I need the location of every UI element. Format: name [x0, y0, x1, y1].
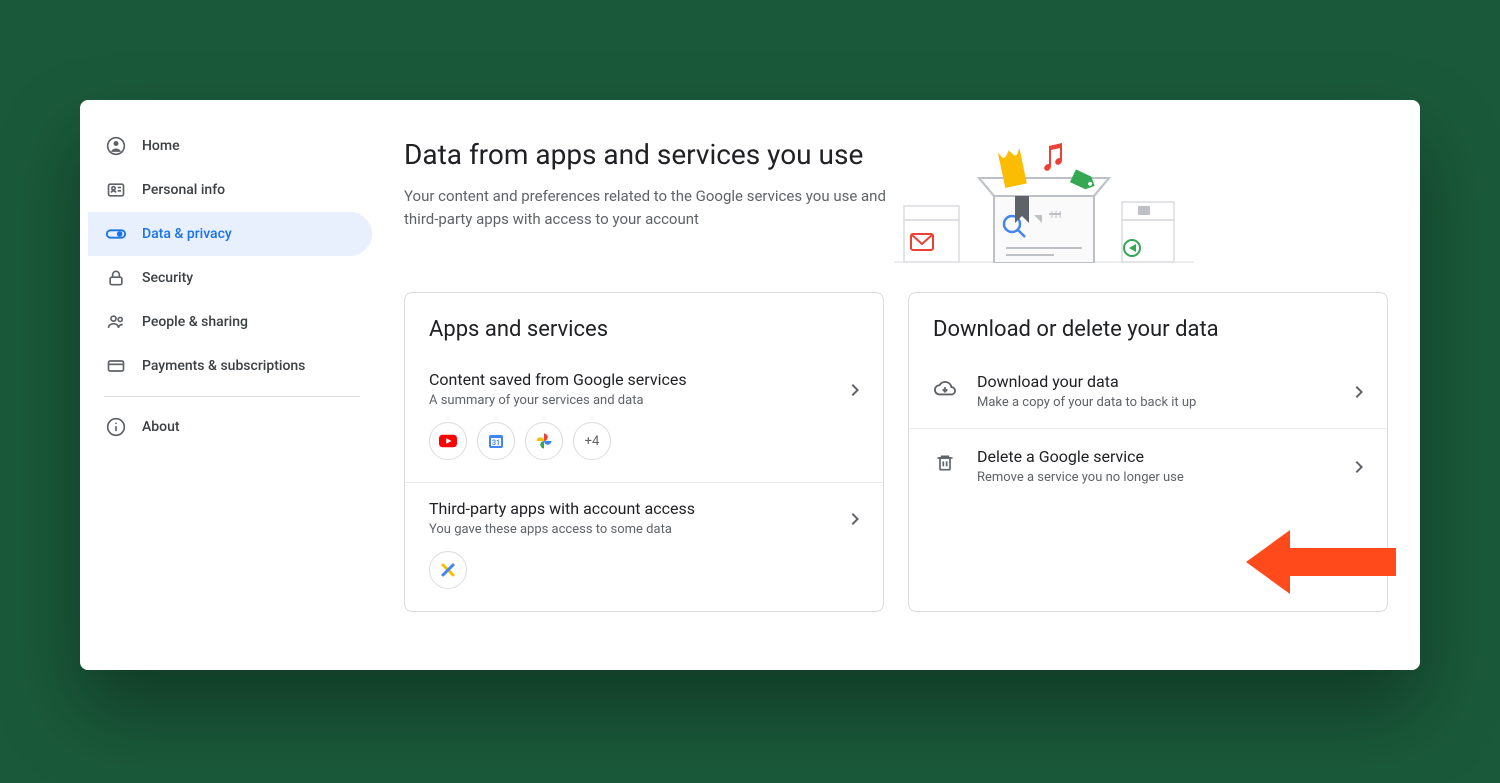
item-subtitle: Remove a service you no longer use: [977, 470, 1347, 485]
download-data-row[interactable]: Download your data Make a copy of your d…: [909, 354, 1387, 428]
chevron-right-icon: [843, 378, 867, 402]
third-party-chips: [429, 551, 843, 589]
sidebar-item-people-sharing[interactable]: People & sharing: [88, 300, 372, 344]
card-icon: [104, 354, 128, 378]
sidebar-item-home[interactable]: Home: [88, 124, 372, 168]
delete-service-row[interactable]: Delete a Google service Remove a service…: [909, 428, 1387, 503]
card-title: Download or delete your data: [909, 317, 1387, 354]
calendar-icon[interactable]: 31: [477, 422, 515, 460]
third-party-app-icon[interactable]: [429, 551, 467, 589]
sidebar-divider: [104, 396, 360, 397]
main-content: Data from apps and services you use Your…: [380, 100, 1420, 670]
item-subtitle: You gave these apps access to some data: [429, 522, 843, 537]
sidebar-item-label: Payments & subscriptions: [142, 358, 305, 374]
illustration-box: [894, 138, 1194, 268]
page-header: Data from apps and services you use Your…: [404, 138, 1388, 268]
apps-services-card: Apps and services Content saved from Goo…: [404, 292, 884, 612]
third-party-row[interactable]: Third-party apps with account access You…: [405, 482, 883, 611]
chevron-right-icon: [1347, 380, 1371, 404]
sidebar-item-personal-info[interactable]: Personal info: [88, 168, 372, 212]
svg-text:31: 31: [492, 439, 500, 447]
toggle-icon: [104, 222, 128, 246]
item-subtitle: Make a copy of your data to back it up: [977, 395, 1347, 410]
card-title: Apps and services: [405, 317, 883, 354]
sidebar-item-about[interactable]: About: [88, 405, 372, 449]
item-title: Delete a Google service: [977, 447, 1347, 466]
item-title: Content saved from Google services: [429, 370, 843, 389]
more-count: +4: [585, 434, 600, 449]
lock-icon: [104, 266, 128, 290]
cloud-download-icon: [933, 376, 957, 400]
chevron-right-icon: [1347, 455, 1371, 479]
trash-icon: [933, 451, 957, 475]
page-title: Data from apps and services you use: [404, 138, 894, 171]
more-services-chip[interactable]: +4: [573, 422, 611, 460]
sidebar-item-label: People & sharing: [142, 314, 248, 330]
item-subtitle: A summary of your services and data: [429, 393, 843, 408]
people-icon: [104, 310, 128, 334]
item-title: Download your data: [977, 372, 1347, 391]
sidebar-item-data-privacy[interactable]: Data & privacy: [88, 212, 372, 256]
sidebar-item-label: Personal info: [142, 182, 225, 198]
sidebar-item-label: Security: [142, 270, 193, 286]
sidebar-item-label: Home: [142, 138, 180, 154]
service-chips: 31 +4: [429, 422, 843, 460]
item-title: Third-party apps with account access: [429, 499, 843, 518]
chevron-right-icon: [843, 507, 867, 531]
account-settings-window: Home Personal info Data & privacy Securi…: [80, 100, 1420, 670]
info-icon: [104, 415, 128, 439]
content-saved-row[interactable]: Content saved from Google services A sum…: [405, 354, 883, 482]
sidebar-item-security[interactable]: Security: [88, 256, 372, 300]
cards-row: Apps and services Content saved from Goo…: [404, 292, 1388, 612]
sidebar-item-label: About: [142, 419, 180, 435]
photos-icon[interactable]: [525, 422, 563, 460]
sidebar-item-label: Data & privacy: [142, 226, 232, 242]
id-card-icon: [104, 178, 128, 202]
sidebar-item-payments[interactable]: Payments & subscriptions: [88, 344, 372, 388]
page-subtitle: Your content and preferences related to …: [404, 185, 894, 230]
youtube-icon[interactable]: [429, 422, 467, 460]
person-circle-icon: [104, 134, 128, 158]
sidebar: Home Personal info Data & privacy Securi…: [80, 100, 380, 670]
download-delete-card: Download or delete your data Download yo…: [908, 292, 1388, 612]
